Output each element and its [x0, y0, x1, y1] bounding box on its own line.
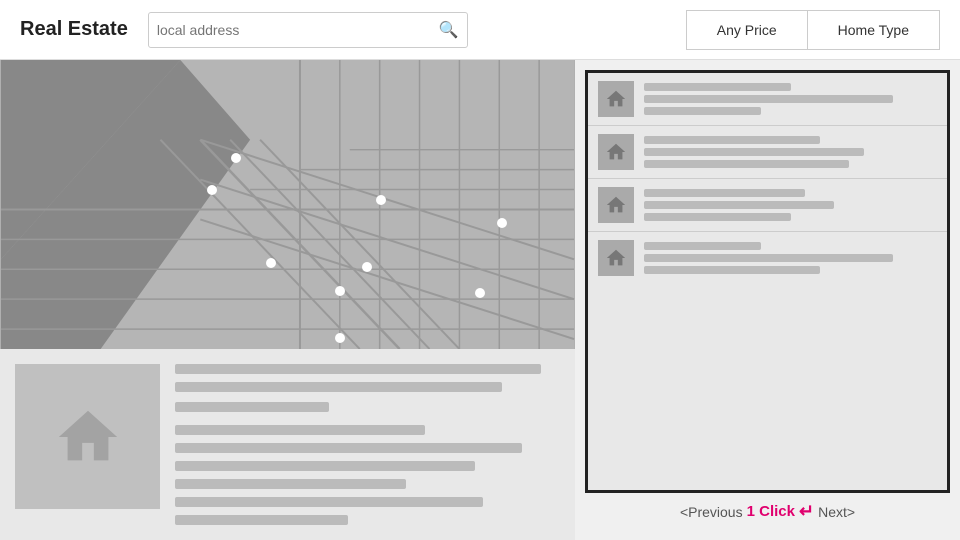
next-button[interactable]: Next>	[818, 504, 855, 520]
map-pin[interactable]	[362, 262, 372, 272]
listing-text	[644, 189, 937, 221]
detail-line	[175, 364, 541, 374]
listing-line	[644, 266, 820, 274]
map-container[interactable]	[0, 60, 575, 349]
listing-line	[644, 189, 805, 197]
search-input[interactable]	[157, 22, 439, 38]
listing-line	[644, 83, 791, 91]
property-info	[175, 364, 560, 525]
right-column: <Previous 1 Click ↵ Next>	[575, 60, 960, 540]
map-svg	[0, 60, 575, 349]
list-item[interactable]	[588, 126, 947, 179]
listing-line	[644, 242, 761, 250]
detail-line	[175, 479, 406, 489]
property-thumbnail	[15, 364, 160, 509]
list-item[interactable]	[588, 232, 947, 284]
listing-line	[644, 148, 864, 156]
map-pin[interactable]	[335, 286, 345, 296]
listing-text	[644, 83, 937, 115]
listings-panel	[585, 70, 950, 493]
previous-button[interactable]: <Previous	[680, 504, 743, 520]
map-pin[interactable]	[497, 218, 507, 228]
detail-line	[175, 497, 483, 507]
listing-line	[644, 136, 820, 144]
map-pin[interactable]	[376, 195, 386, 205]
listing-icon	[598, 240, 634, 276]
listing-line	[644, 95, 893, 103]
home-icon	[605, 88, 627, 110]
page-arrow: ↵	[799, 501, 814, 522]
detail-line	[175, 515, 348, 525]
map-pin[interactable]	[207, 185, 217, 195]
header: Real Estate 🔍 Any Price Home Type	[0, 0, 960, 60]
detail-line	[175, 402, 329, 412]
list-item[interactable]	[588, 73, 947, 126]
search-button[interactable]: 🔍	[439, 20, 459, 40]
current-page-label: 1 Click	[747, 503, 795, 520]
filter-buttons: Any Price Home Type	[686, 10, 940, 50]
main-content: <Previous 1 Click ↵ Next>	[0, 60, 960, 540]
current-page: 1 Click ↵	[747, 501, 814, 522]
listing-line	[644, 201, 834, 209]
search-bar: 🔍	[148, 12, 468, 48]
detail-line	[175, 425, 425, 435]
listing-text	[644, 136, 937, 168]
map-pin[interactable]	[231, 153, 241, 163]
listing-line	[644, 107, 761, 115]
detail-line	[175, 461, 475, 471]
home-icon	[605, 141, 627, 163]
app-title: Real Estate	[20, 18, 128, 41]
home-icon	[53, 402, 123, 472]
map-pin[interactable]	[266, 258, 276, 268]
home-icon	[605, 247, 627, 269]
listing-icon	[598, 134, 634, 170]
listing-line	[644, 254, 893, 262]
listing-icon	[598, 81, 634, 117]
detail-line	[175, 382, 502, 392]
map-pin[interactable]	[335, 333, 345, 343]
listing-line	[644, 213, 791, 221]
left-column	[0, 60, 575, 540]
property-detail	[0, 349, 575, 540]
listing-line	[644, 160, 849, 168]
listing-icon	[598, 187, 634, 223]
listing-text	[644, 242, 937, 274]
home-icon	[605, 194, 627, 216]
pagination: <Previous 1 Click ↵ Next>	[585, 493, 950, 530]
home-type-filter-button[interactable]: Home Type	[807, 10, 940, 50]
detail-line	[175, 443, 522, 453]
map-pin[interactable]	[475, 288, 485, 298]
price-filter-button[interactable]: Any Price	[686, 10, 807, 50]
list-item[interactable]	[588, 179, 947, 232]
